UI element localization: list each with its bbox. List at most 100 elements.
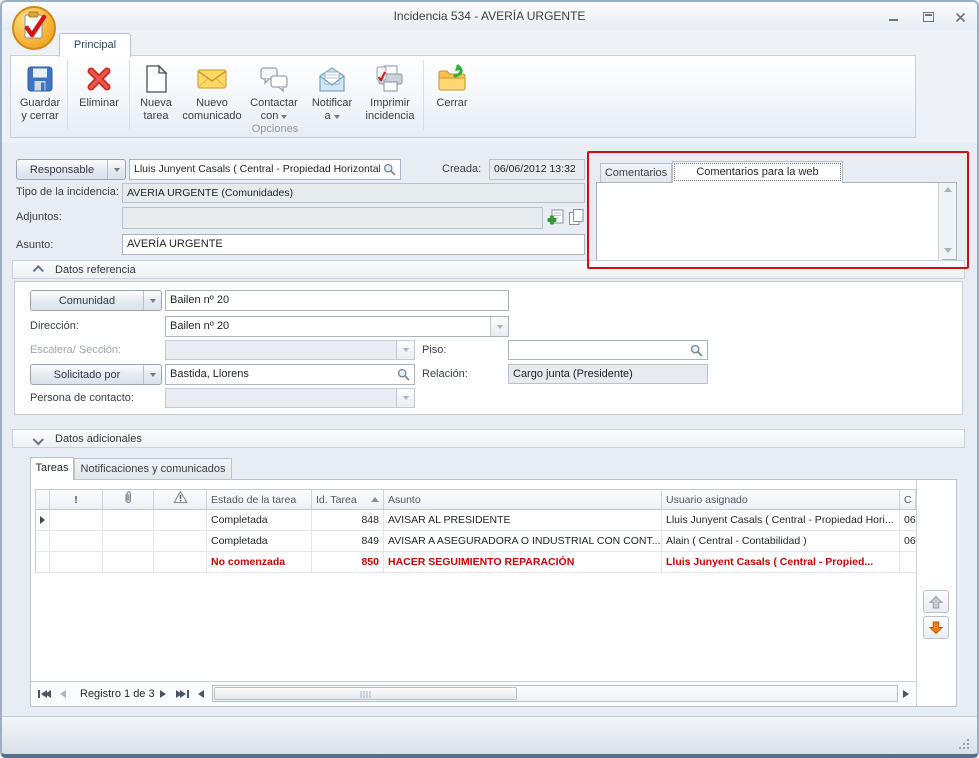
tab-comentarios[interactable]: Comentarios [600,163,672,183]
first-record-button[interactable] [38,690,51,698]
chevron-down-icon[interactable] [143,365,161,384]
title-bar: Incidencia 534 - AVERÍA URGENTE [2,2,977,30]
estado-column-header[interactable]: Estado de la tarea [207,489,312,510]
warning-icon[interactable] [154,489,207,510]
fecha-column-header[interactable]: C [900,489,916,510]
cell-fecha: 06 [900,531,916,552]
chevron-down-icon[interactable] [490,317,508,336]
responsable-field[interactable]: Lluis Junyent Casals ( Central - Propied… [129,159,401,180]
open-envelope-icon [317,61,347,97]
copy-files-icon[interactable] [568,208,585,231]
tipo-value: AVERIA URGENTE (Comunidades) [122,183,585,203]
magnifier-icon[interactable] [687,342,706,358]
printer-icon [374,61,406,97]
table-row[interactable]: Completada 848 AVISAR AL PRESIDENTE Llui… [35,510,916,531]
solicitado-field[interactable]: Bastida, Llorens [165,364,415,385]
table-row[interactable]: No comenzada 850 HACER SEGUIMIENTO REPAR… [35,552,916,573]
new-document-icon [142,61,170,97]
clipboard-check-app-icon[interactable] [10,4,58,52]
direccion-combo[interactable]: Bailen nº 20 [165,316,509,337]
close-form-button[interactable]: Cerrar [427,59,477,135]
restore-icon[interactable] [917,10,939,24]
section-datos-adicionales[interactable]: Datos adicionales [12,429,965,448]
tab-notificaciones[interactable]: Notificaciones y comunicados [74,458,232,480]
save-close-button[interactable]: Guardar y cerrar [13,59,67,135]
comunidad-field[interactable]: Bailen nº 20 [165,290,509,311]
cell-asunto: AVISAR A ASEGURADORA O INDUSTRIAL CON CO… [384,531,662,552]
magnifier-icon[interactable] [380,161,399,178]
scrollbar-thumb[interactable] [214,687,517,700]
chevron-down-icon[interactable] [107,160,125,179]
delete-button[interactable]: Eliminar [71,59,127,135]
ribbon: Guardar y cerrar Eliminar Nueva tar [2,55,977,144]
current-row-indicator [35,510,50,531]
move-down-button[interactable] [923,616,949,639]
table-row[interactable]: Completada 849 AVISAR A ASEGURADORA O IN… [35,531,916,552]
horizontal-scrollbar[interactable] [212,685,898,702]
asunto-field[interactable]: AVERÍA URGENTE [122,234,585,255]
piso-field[interactable] [508,340,708,360]
relacion-value: Cargo junta (Presidente) [508,364,708,384]
comunidad-split-button[interactable]: Comunidad [30,290,162,311]
table-header-row: ! Estado de la tarea Id. Tarea Asunto Us… [35,489,916,510]
scroll-left-button[interactable] [198,690,204,698]
chevron-down-icon [334,115,340,119]
scroll-up-icon[interactable] [944,187,952,192]
comments-textarea[interactable] [597,183,942,263]
comments-textarea-wrap [596,182,957,260]
tab-comentarios-web[interactable]: Comentarios para la web [672,161,843,183]
persona-contacto-combo [165,388,415,408]
adjuntos-field[interactable] [122,207,543,229]
cell-asunto: HACER SEGUIMIENTO REPARACIÓN [384,552,662,573]
piso-label: Piso: [422,344,446,356]
chat-bubbles-icon [258,61,290,97]
cell-fecha: 06 [900,510,916,531]
magnifier-icon[interactable] [394,366,413,383]
cell-fecha [900,552,916,573]
id-column-header[interactable]: Id. Tarea [312,489,384,510]
cell-id: 850 [312,552,384,573]
record-navigator: Registro 1 de 3 [31,681,916,706]
tab-principal[interactable]: Principal [59,33,131,57]
paperclip-icon[interactable] [103,489,154,510]
tab-tareas[interactable]: Tareas [30,457,74,480]
usuario-column-header[interactable]: Usuario asignado [662,489,900,510]
expand-icon [33,434,44,445]
row-indicator-header[interactable] [35,489,50,510]
creada-value: 06/06/2012 13:32 [489,159,585,180]
cell-estado: Completada [207,531,312,552]
relacion-label: Relación: [422,368,468,380]
comments-scrollbar[interactable] [938,183,956,259]
escalera-combo [165,340,415,360]
last-record-button[interactable] [176,690,189,698]
ribbon-group-label: Opciones [127,123,423,135]
next-record-button[interactable] [160,690,166,698]
scroll-right-button[interactable] [903,690,909,698]
status-bar [2,716,977,757]
move-up-button[interactable] [923,590,949,613]
cell-asunto: AVISAR AL PRESIDENTE [384,510,662,531]
move-down-icon [928,620,944,636]
window-title: Incidencia 534 - AVERÍA URGENTE [2,9,977,23]
minimize-icon[interactable] [882,10,904,24]
adjuntos-label: Adjuntos: [16,211,62,223]
tipo-label: Tipo de la incidencia: [16,186,119,198]
cell-usuario: Lluis Junyent Casals ( Central - Propied… [662,552,900,573]
scroll-down-icon[interactable] [944,248,952,253]
resize-grip[interactable] [967,747,969,749]
move-up-icon [928,594,944,610]
collapse-icon [33,265,44,276]
solicitado-split-button[interactable]: Solicitado por [30,364,162,385]
close-icon[interactable] [949,10,971,24]
priority-column-header[interactable]: ! [50,489,103,510]
ribbon-tab-row [2,30,977,55]
responsable-split-button[interactable]: Responsable [16,159,126,180]
chevron-down-icon [396,341,414,359]
asunto-column-header[interactable]: Asunto [384,489,662,510]
previous-record-button[interactable] [60,690,66,698]
chevron-down-icon[interactable] [143,291,161,310]
section-datos-referencia[interactable]: Datos referencia [12,260,965,279]
save-icon [25,61,55,97]
add-attachment-icon[interactable] [547,209,565,231]
grid-right-border [916,480,917,706]
